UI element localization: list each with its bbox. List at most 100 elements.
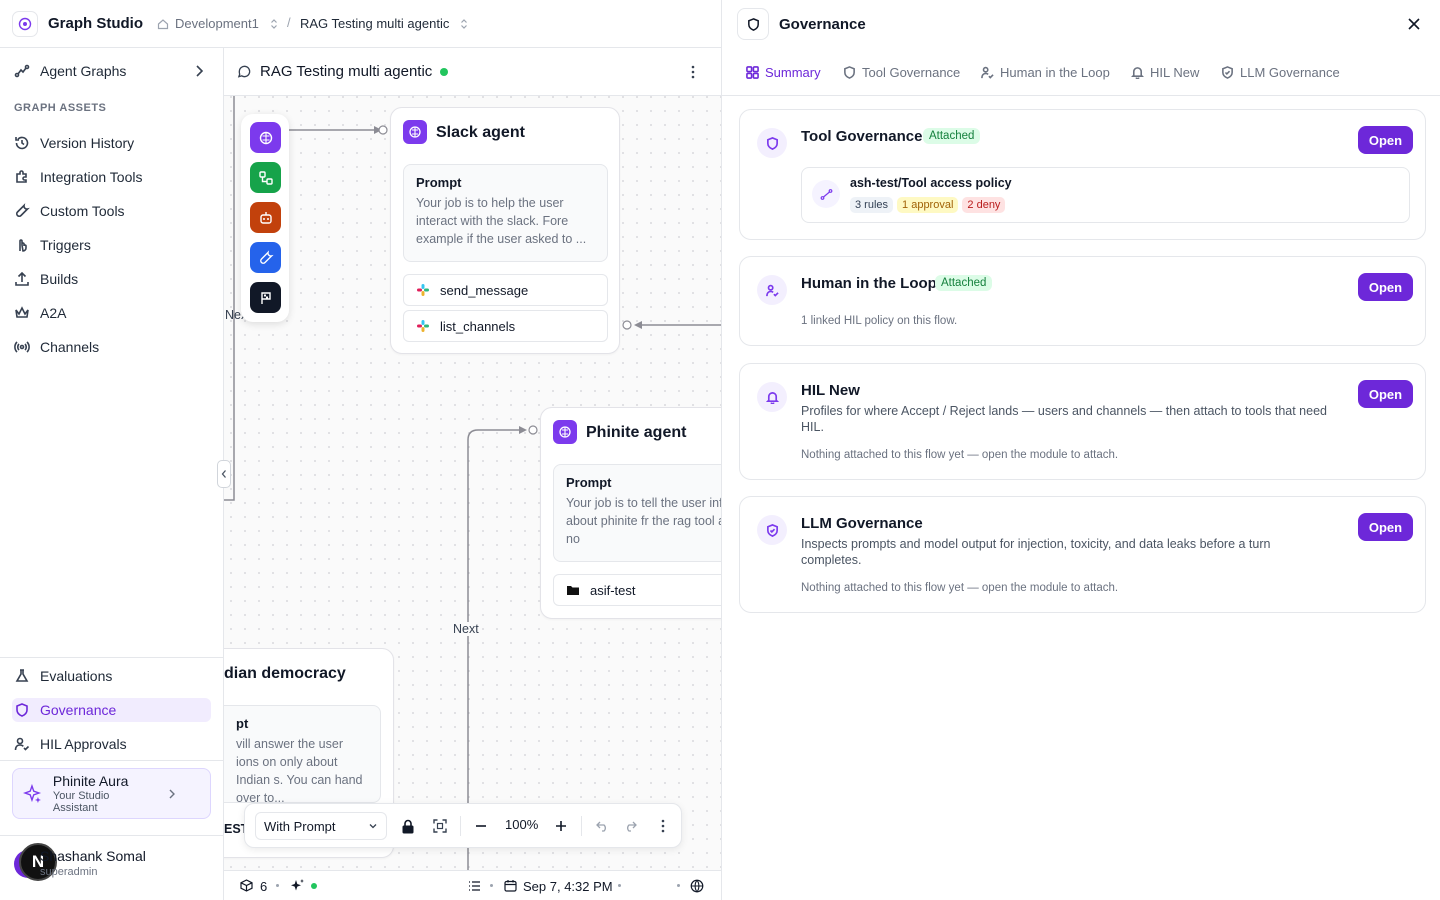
divider — [460, 816, 461, 836]
node-slack-agent[interactable]: Slack agent Prompt Your job is to help t… — [390, 107, 620, 354]
lock-icon[interactable] — [401, 819, 415, 834]
add-bot-button[interactable] — [250, 202, 281, 233]
divider — [0, 657, 223, 658]
pointer-icon — [19, 239, 27, 252]
sidebar-item-governance[interactable]: Governance — [12, 698, 211, 722]
add-router-button[interactable] — [250, 162, 281, 193]
chevron-left-icon — [221, 470, 226, 478]
tab-llm-governance[interactable]: LLM Governance — [1221, 65, 1340, 80]
shield-check-icon — [757, 515, 787, 545]
graph-name: RAG Testing multi agentic — [300, 16, 450, 31]
more-vertical-icon[interactable] — [685, 64, 701, 80]
collapse-sidebar-button[interactable] — [217, 460, 231, 488]
chevron-right-icon — [169, 789, 176, 798]
tool-chip-list-channels[interactable]: list_channels — [403, 310, 608, 342]
more-vertical-icon[interactable] — [655, 818, 671, 834]
sidebar-item-version-history[interactable]: Version History — [12, 131, 211, 155]
policy-row[interactable]: ash-test/Tool access policy 3 rules 1 ap… — [801, 167, 1410, 223]
sidebar-item-channels[interactable]: Channels — [12, 335, 211, 359]
add-end-button[interactable] — [250, 282, 281, 313]
status-dot — [311, 883, 317, 889]
prompt-label: pt — [236, 716, 249, 731]
sidebar-item-agent-graphs[interactable]: Agent Graphs — [12, 59, 211, 83]
zoom-level: 100% — [505, 817, 539, 832]
redo-icon[interactable] — [624, 820, 637, 832]
prompt-text: Your job is to help the user interact wi… — [416, 196, 587, 246]
flag-icon — [260, 291, 271, 304]
chevron-down-icon — [369, 824, 377, 829]
sidebar-item-hil-approvals[interactable]: HIL Approvals — [12, 732, 211, 756]
globe-icon[interactable] — [690, 879, 704, 893]
tab-label: Human in the Loop — [1000, 65, 1110, 80]
prompt-box[interactable]: Prompt Your job is to help the user inte… — [403, 164, 608, 262]
shield-check-icon — [1222, 66, 1233, 79]
open-tool-governance-button[interactable]: Open — [1358, 126, 1413, 154]
sidebar-item-triggers[interactable]: Triggers — [12, 233, 211, 257]
canvas-header: RAG Testing multi agentic — [224, 48, 721, 96]
tab-label: HIL New — [1150, 65, 1200, 80]
workspace-name: Development1 — [175, 16, 259, 31]
sidebar-item-builds[interactable]: Builds — [12, 267, 211, 291]
prompt-box[interactable]: pt vill answer the user ions on only abo… — [224, 705, 381, 803]
status-badge: Attached — [935, 275, 993, 291]
sidebar-item-evaluations[interactable]: Evaluations — [12, 664, 211, 688]
workspace-switcher[interactable]: Development1 — [157, 16, 279, 31]
user-check-icon — [981, 66, 994, 79]
card-title: Human in the Loop — [801, 275, 937, 292]
sidebar-item-label: Integration Tools — [40, 169, 143, 185]
open-llm-governance-button[interactable]: Open — [1358, 513, 1413, 541]
separator-dot — [276, 884, 279, 887]
sidebar-item-label: Triggers — [40, 237, 91, 253]
sidebar-item-custom-tools[interactable]: Custom Tools — [12, 199, 211, 223]
tab-hil-new[interactable]: HIL New — [1131, 65, 1199, 80]
list-icon[interactable] — [468, 880, 481, 892]
sparkle-icon[interactable] — [289, 878, 305, 893]
section-label: GRAPH ASSETS — [14, 102, 107, 114]
rules-pill: 3 rules — [850, 197, 894, 213]
card-title: HIL New — [801, 382, 860, 399]
tool-chip-asif-test[interactable]: asif-test — [553, 574, 721, 606]
app-logo-icon[interactable] — [12, 11, 38, 37]
approval-pill: 1 approval — [897, 197, 959, 213]
node-palette — [241, 114, 289, 322]
graph-switcher[interactable]: RAG Testing multi agentic — [300, 16, 469, 31]
node-phinite-agent[interactable]: Phinite agent Prompt Your job is to tell… — [540, 407, 721, 619]
slack-icon — [417, 284, 429, 296]
add-tool-button[interactable] — [250, 242, 281, 273]
slack-icon — [417, 320, 429, 332]
zoom-in-icon[interactable] — [555, 820, 567, 832]
chevron-updown-icon — [270, 18, 277, 29]
add-agent-button[interactable] — [250, 122, 281, 153]
sidebar: Agent Graphs GRAPH ASSETS Version Histor… — [0, 48, 224, 900]
tab-human-in-the-loop[interactable]: Human in the Loop — [981, 65, 1110, 80]
prompt-box[interactable]: Prompt Your job is to tell the user info… — [553, 464, 721, 562]
assistant-card[interactable]: Phinite Aura Your Studio Assistant — [12, 768, 211, 819]
sidebar-item-label: Channels — [40, 339, 100, 355]
zoom-out-icon[interactable] — [475, 820, 487, 832]
brain-icon — [403, 120, 427, 144]
prompt-label: Prompt — [566, 475, 612, 490]
tab-label: LLM Governance — [1240, 65, 1340, 80]
mode-select[interactable]: With Prompt — [255, 812, 387, 840]
tab-summary[interactable]: Summary — [746, 65, 821, 80]
card-description: Inspects prompts and model output for in… — [801, 537, 1271, 567]
undo-icon[interactable] — [596, 820, 609, 832]
shield-icon — [737, 8, 769, 40]
tool-chip-send-message[interactable]: send_message — [403, 274, 608, 306]
sidebar-item-a2a[interactable]: A2A — [12, 301, 211, 325]
open-human-in-the-loop-button[interactable]: Open — [1358, 273, 1413, 301]
puzzle-icon — [16, 170, 27, 183]
assistant-subtitle: Your Studio Assistant — [52, 790, 110, 814]
fit-view-icon[interactable] — [433, 819, 447, 833]
open-hil-new-button[interactable]: Open — [1358, 380, 1413, 408]
card-hil-new: HIL New Open Profiles for where Accept /… — [739, 363, 1426, 480]
bot-icon — [259, 211, 272, 224]
card-tool-governance: Tool Governance Attached Open ash-test/T… — [739, 109, 1426, 240]
card-title: LLM Governance — [801, 515, 923, 532]
close-icon[interactable] — [1407, 17, 1421, 31]
bell-icon — [1131, 67, 1144, 79]
tab-tool-governance[interactable]: Tool Governance — [843, 65, 960, 80]
sidebar-item-integration-tools[interactable]: Integration Tools — [12, 165, 211, 189]
sidebar-item-label: Evaluations — [40, 668, 113, 684]
user-name-block: Shashank Somal superadmin — [40, 848, 190, 878]
